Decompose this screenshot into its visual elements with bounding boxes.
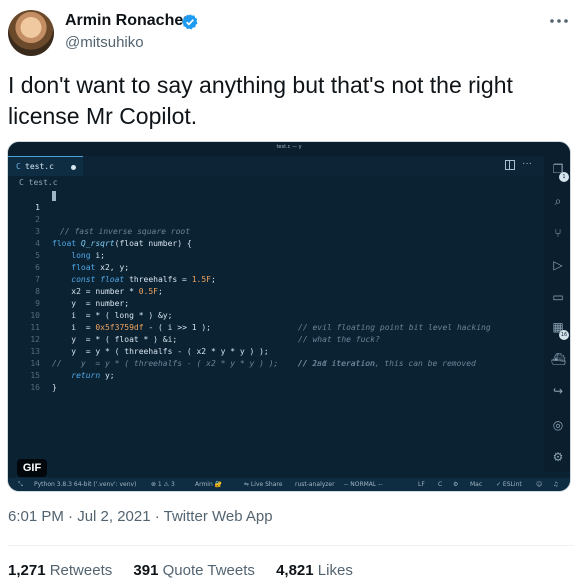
python-interpreter[interactable]: Python 3.8.3 64-bit ('.venv': venv) (34, 481, 136, 488)
run-debug-icon[interactable]: ▷ (551, 258, 565, 272)
code-line: 14 return y; (8, 346, 538, 380)
tab-label: test.c (25, 162, 54, 171)
likes-label: Likes (317, 562, 353, 579)
source-control-icon[interactable]: ⑂ (551, 226, 565, 240)
code-line: 5 float x2, y; (8, 238, 538, 272)
quote-tweets-count: 391 (133, 562, 159, 579)
tweet-media-gif[interactable]: test.c — y C test.c ··· C test.c 1 // fa… (7, 141, 571, 492)
code-editor[interactable]: 1 // fast inverse square root 2 3 float … (8, 190, 538, 470)
code-line: 12 y = y * ( threehalfs - ( x2 * y * y )… (8, 322, 538, 368)
verified-badge-icon (181, 14, 198, 30)
retweets-count: 1,271 (8, 562, 46, 579)
code-line: 8 y = number; (8, 274, 538, 308)
settings-gear-icon[interactable]: ⚙ (551, 450, 565, 464)
eol-selector[interactable]: LF (418, 481, 425, 488)
eslint-status[interactable]: ✓ ESLint (496, 481, 522, 488)
platform-label[interactable]: Mac (470, 481, 482, 488)
feedback-icon[interactable]: ☺ (536, 481, 542, 488)
code-line: 2 (8, 202, 538, 224)
remote-icon[interactable]: ⤡ (18, 481, 23, 489)
gif-badge: GIF (17, 459, 47, 477)
rust-analyzer-status[interactable]: rust-analyzer (295, 481, 335, 488)
gear-icon[interactable]: ⚙ (453, 481, 458, 488)
code-line: 7 x2 = number * 0.5F; (8, 262, 538, 296)
more-actions-icon[interactable]: ··· (522, 158, 532, 169)
retweets-label: Retweets (49, 562, 113, 579)
tweet-header: Armin Ronacher @mitsuhiko (0, 0, 584, 64)
avatar[interactable] (8, 10, 54, 56)
code-line: 1 // fast inverse square root (8, 190, 538, 236)
likes-stat[interactable]: 4,821 Likes (276, 562, 353, 579)
language-mode[interactable]: C (438, 481, 442, 488)
search-icon[interactable]: ⌕ (551, 194, 565, 208)
problems-indicator[interactable]: ⊗ 1 ⚠ 3 (151, 481, 175, 488)
divider (8, 545, 574, 546)
code-line: 4 long i; (8, 226, 538, 260)
code-text: } (52, 383, 57, 392)
more-options-icon[interactable] (548, 16, 570, 26)
window-title: test.c — y (276, 144, 302, 150)
code-line: 6 const float threehalfs = 1.5F; (8, 250, 538, 284)
account-icon[interactable]: ◎ (551, 418, 565, 432)
author-handle[interactable]: @mitsuhiko (65, 34, 144, 51)
live-share-icon[interactable]: ↪ (551, 384, 565, 398)
tweet-text: I don't want to say anything but that's … (8, 72, 513, 129)
author-name[interactable]: Armin Ronacher (65, 12, 189, 30)
code-line: 11 y = * ( float * ) &i; (8, 310, 538, 344)
text-cursor (52, 191, 56, 201)
editor-titlebar: test.c — y (8, 142, 570, 156)
git-user[interactable]: Armin 🔐 (195, 481, 222, 488)
code-line: 16 (8, 370, 538, 392)
tab-test-c[interactable]: C test.c (8, 156, 83, 176)
tweet-timestamp[interactable]: 6:01 PM · Jul 2, 2021 · Twitter Web App (8, 508, 273, 525)
code-line: 10 i = 0x5f3759df - ( i >> 1 ); // what … (8, 298, 538, 344)
quote-tweets-stat[interactable]: 391 Quote Tweets (133, 562, 254, 579)
quote-tweets-label: Quote Tweets (162, 562, 255, 579)
unsaved-dot-icon[interactable] (71, 165, 76, 170)
docker-icon[interactable]: ⛴ (551, 352, 566, 366)
notifications-bell-icon[interactable]: ♫ (553, 481, 558, 488)
retweets-stat[interactable]: 1,271 Retweets (8, 562, 112, 579)
code-line: 15 } (8, 358, 538, 392)
likes-count: 4,821 (276, 562, 314, 579)
split-editor-icon[interactable] (505, 160, 515, 170)
editor-statusbar: ⤡ Python 3.8.3 64-bit ('.venv': venv) ⊗ … (8, 478, 570, 491)
activity-bar: ❐ 1 ⌕ ⑂ ▷ ▭ ▦ 16 ⛴ ↪ ◎ ⚙ (544, 156, 570, 472)
line-number: 16 (30, 383, 40, 392)
c-language-icon: C (16, 162, 21, 171)
tweet-stats: 1,271 Retweets 391 Quote Tweets 4,821 Li… (8, 562, 370, 579)
code-line: 13 // y = y * ( threehalfs - ( x2 * y * … (8, 334, 538, 368)
vim-mode: -- NORMAL -- (344, 481, 383, 488)
files-badge: 1 (559, 172, 569, 182)
breadcrumb[interactable]: C test.c (19, 178, 58, 187)
extensions-badge: 16 (559, 330, 569, 340)
live-share-button[interactable]: ⇋ Live Share (244, 481, 282, 488)
code-line: 3 float Q_rsqrt(float number) { (8, 214, 538, 248)
remote-explorer-icon[interactable]: ▭ (551, 290, 565, 304)
code-line: 9 i = * ( long * ) &y; // evil floating … (8, 286, 538, 332)
editor-tabbar: C test.c (8, 156, 570, 176)
